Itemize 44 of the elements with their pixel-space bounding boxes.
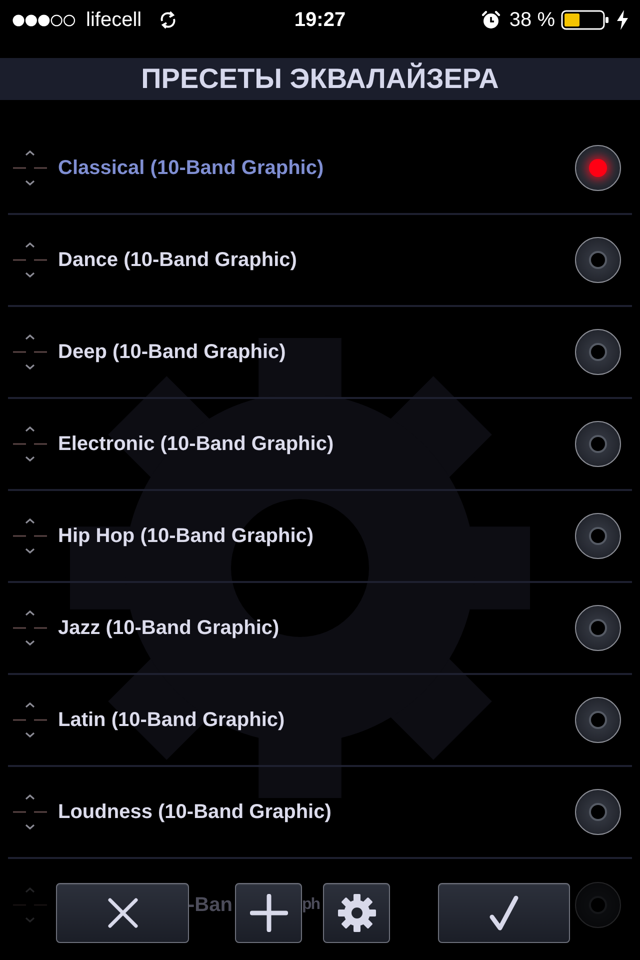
drag-handle-icon[interactable] bbox=[13, 794, 47, 830]
drag-handle-icon[interactable] bbox=[13, 426, 47, 462]
battery-percent: 38 % bbox=[509, 10, 555, 30]
add-button[interactable] bbox=[235, 883, 302, 943]
preset-name-fragment: -Ban bbox=[188, 894, 232, 916]
cancel-button[interactable] bbox=[56, 883, 189, 943]
radio-button[interactable] bbox=[575, 605, 621, 651]
drag-handle-icon[interactable] bbox=[13, 518, 47, 554]
preset-name[interactable]: Jazz (10-Band Graphic) bbox=[58, 613, 280, 643]
drag-handle-icon[interactable] bbox=[13, 334, 47, 370]
signal-dots-icon bbox=[12, 14, 76, 26]
radio-button[interactable] bbox=[575, 145, 621, 191]
preset-name[interactable]: Loudness (10-Band Graphic) bbox=[58, 797, 332, 827]
settings-button[interactable] bbox=[323, 883, 390, 943]
clock-time: 19:27 bbox=[294, 10, 346, 30]
settings-icon bbox=[338, 894, 376, 932]
radio-button[interactable] bbox=[575, 789, 621, 835]
drag-handle-icon[interactable] bbox=[13, 702, 47, 738]
preset-name[interactable]: Dance (10-Band Graphic) bbox=[58, 245, 297, 275]
carrier-name: lifecell bbox=[86, 10, 142, 30]
battery-icon bbox=[561, 10, 609, 30]
drag-handle-icon[interactable] bbox=[13, 242, 47, 278]
confirm-button[interactable] bbox=[438, 883, 570, 943]
preset-name[interactable]: Classical (10-Band Graphic) bbox=[58, 153, 324, 183]
alarm-clock-icon bbox=[481, 10, 502, 30]
radio-button[interactable] bbox=[575, 421, 621, 467]
drag-handle-icon[interactable] bbox=[13, 887, 47, 923]
drag-handle-icon[interactable] bbox=[13, 610, 47, 646]
plus-icon bbox=[250, 894, 288, 932]
screen-title: ПРЕСЕТЫ ЭКВАЛАЙЗЕРА bbox=[141, 65, 499, 93]
radio-button[interactable] bbox=[575, 237, 621, 283]
preset-name[interactable]: Electronic (10-Band Graphic) bbox=[58, 429, 334, 459]
preset-name[interactable]: Hip Hop (10-Band Graphic) bbox=[58, 521, 314, 551]
checkmark-icon bbox=[489, 895, 519, 931]
radio-button[interactable] bbox=[575, 697, 621, 743]
sync-icon bbox=[158, 10, 178, 30]
preset-name[interactable]: Deep (10-Band Graphic) bbox=[58, 337, 286, 367]
drag-handle-icon[interactable] bbox=[13, 150, 47, 186]
preset-name[interactable]: Latin (10-Band Graphic) bbox=[58, 705, 285, 735]
radio-button[interactable] bbox=[575, 513, 621, 559]
close-icon bbox=[106, 897, 138, 929]
radio-button[interactable] bbox=[575, 329, 621, 375]
preset-name-fragment: ph bbox=[302, 895, 320, 915]
charging-bolt-icon bbox=[617, 10, 628, 30]
